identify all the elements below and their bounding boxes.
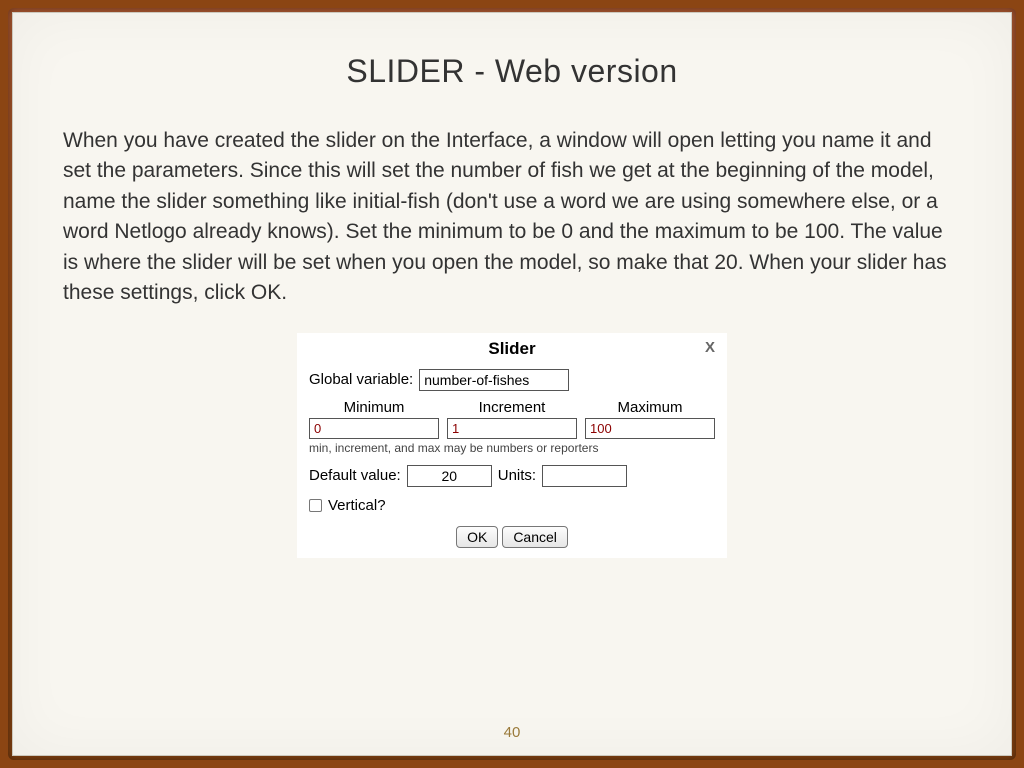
increment-column: Increment — [447, 399, 577, 439]
default-value-label: Default value: — [309, 467, 401, 484]
hint-text: min, increment, and max may be numbers o… — [309, 441, 715, 455]
dialog-header: Slider X — [309, 339, 715, 359]
button-row: OK Cancel — [309, 526, 715, 548]
increment-input[interactable] — [447, 418, 577, 439]
global-variable-label: Global variable: — [309, 371, 413, 388]
default-units-row: Default value: Units: — [309, 465, 715, 487]
maximum-input[interactable] — [585, 418, 715, 439]
global-variable-row: Global variable: — [309, 369, 715, 391]
vertical-label: Vertical? — [328, 497, 386, 514]
dialog-title: Slider — [488, 339, 535, 359]
slide-body-text: When you have created the slider on the … — [63, 126, 961, 309]
minimum-column: Minimum — [309, 399, 439, 439]
close-icon[interactable]: X — [705, 339, 715, 356]
slide-paper: SLIDER - Web version When you have creat… — [12, 12, 1012, 756]
units-input[interactable] — [542, 465, 627, 487]
page-number: 40 — [13, 724, 1011, 741]
cancel-button[interactable]: Cancel — [502, 526, 568, 548]
dialog-container: Slider X Global variable: Minimum Increm… — [63, 333, 961, 558]
wood-frame: SLIDER - Web version When you have creat… — [8, 8, 1016, 760]
default-value-input[interactable] — [407, 465, 492, 487]
global-variable-input[interactable] — [419, 369, 569, 391]
vertical-row: Vertical? — [309, 497, 715, 514]
increment-label: Increment — [479, 399, 546, 416]
vertical-checkbox[interactable] — [309, 499, 322, 512]
slide-title: SLIDER - Web version — [63, 53, 961, 90]
min-inc-max-row: Minimum Increment Maximum — [309, 399, 715, 439]
ok-button[interactable]: OK — [456, 526, 498, 548]
slider-dialog: Slider X Global variable: Minimum Increm… — [297, 333, 727, 558]
maximum-column: Maximum — [585, 399, 715, 439]
units-label: Units: — [498, 467, 536, 484]
minimum-input[interactable] — [309, 418, 439, 439]
minimum-label: Minimum — [344, 399, 405, 416]
maximum-label: Maximum — [617, 399, 682, 416]
